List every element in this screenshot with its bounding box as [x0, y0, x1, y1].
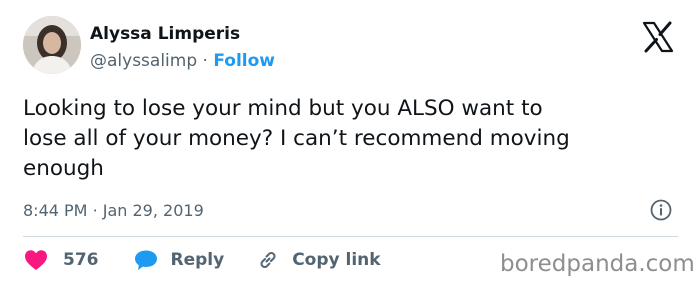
author-handle[interactable]: @alyssalimp [90, 51, 197, 71]
author-meta-row: @alyssalimp · Follow [90, 51, 275, 71]
handle-separator: · [202, 51, 208, 71]
copy-link-label: Copy link [292, 250, 381, 270]
follow-button[interactable]: Follow [213, 51, 275, 71]
heart-icon [25, 250, 47, 270]
tweet-timestamp[interactable]: 8:44 PM · Jan 29, 2019 [23, 201, 204, 220]
like-count: 576 [63, 250, 99, 270]
x-logo-icon[interactable] [641, 20, 675, 54]
copy-link-button[interactable]: Copy link [256, 248, 381, 272]
divider [23, 236, 678, 237]
tweet-text: Looking to lose your mind but you ALSO w… [23, 96, 570, 181]
like-button[interactable]: 576 [23, 248, 99, 272]
reply-label: Reply [170, 250, 225, 270]
avatar-photo [23, 16, 81, 74]
reply-button[interactable]: Reply [133, 248, 225, 272]
info-icon[interactable] [650, 199, 672, 221]
date-separator: · [92, 201, 98, 220]
author-name[interactable]: Alyssa Limperis [90, 24, 240, 44]
link-icon [260, 252, 276, 268]
avatar[interactable] [23, 16, 81, 74]
speech-bubble-icon [134, 250, 157, 270]
action-bar: 576 Reply Copy link [23, 246, 381, 274]
tweet-date: Jan 29, 2019 [102, 201, 204, 220]
watermark: boredpanda.com [500, 251, 695, 277]
tweet-time: 8:44 PM [23, 201, 88, 220]
